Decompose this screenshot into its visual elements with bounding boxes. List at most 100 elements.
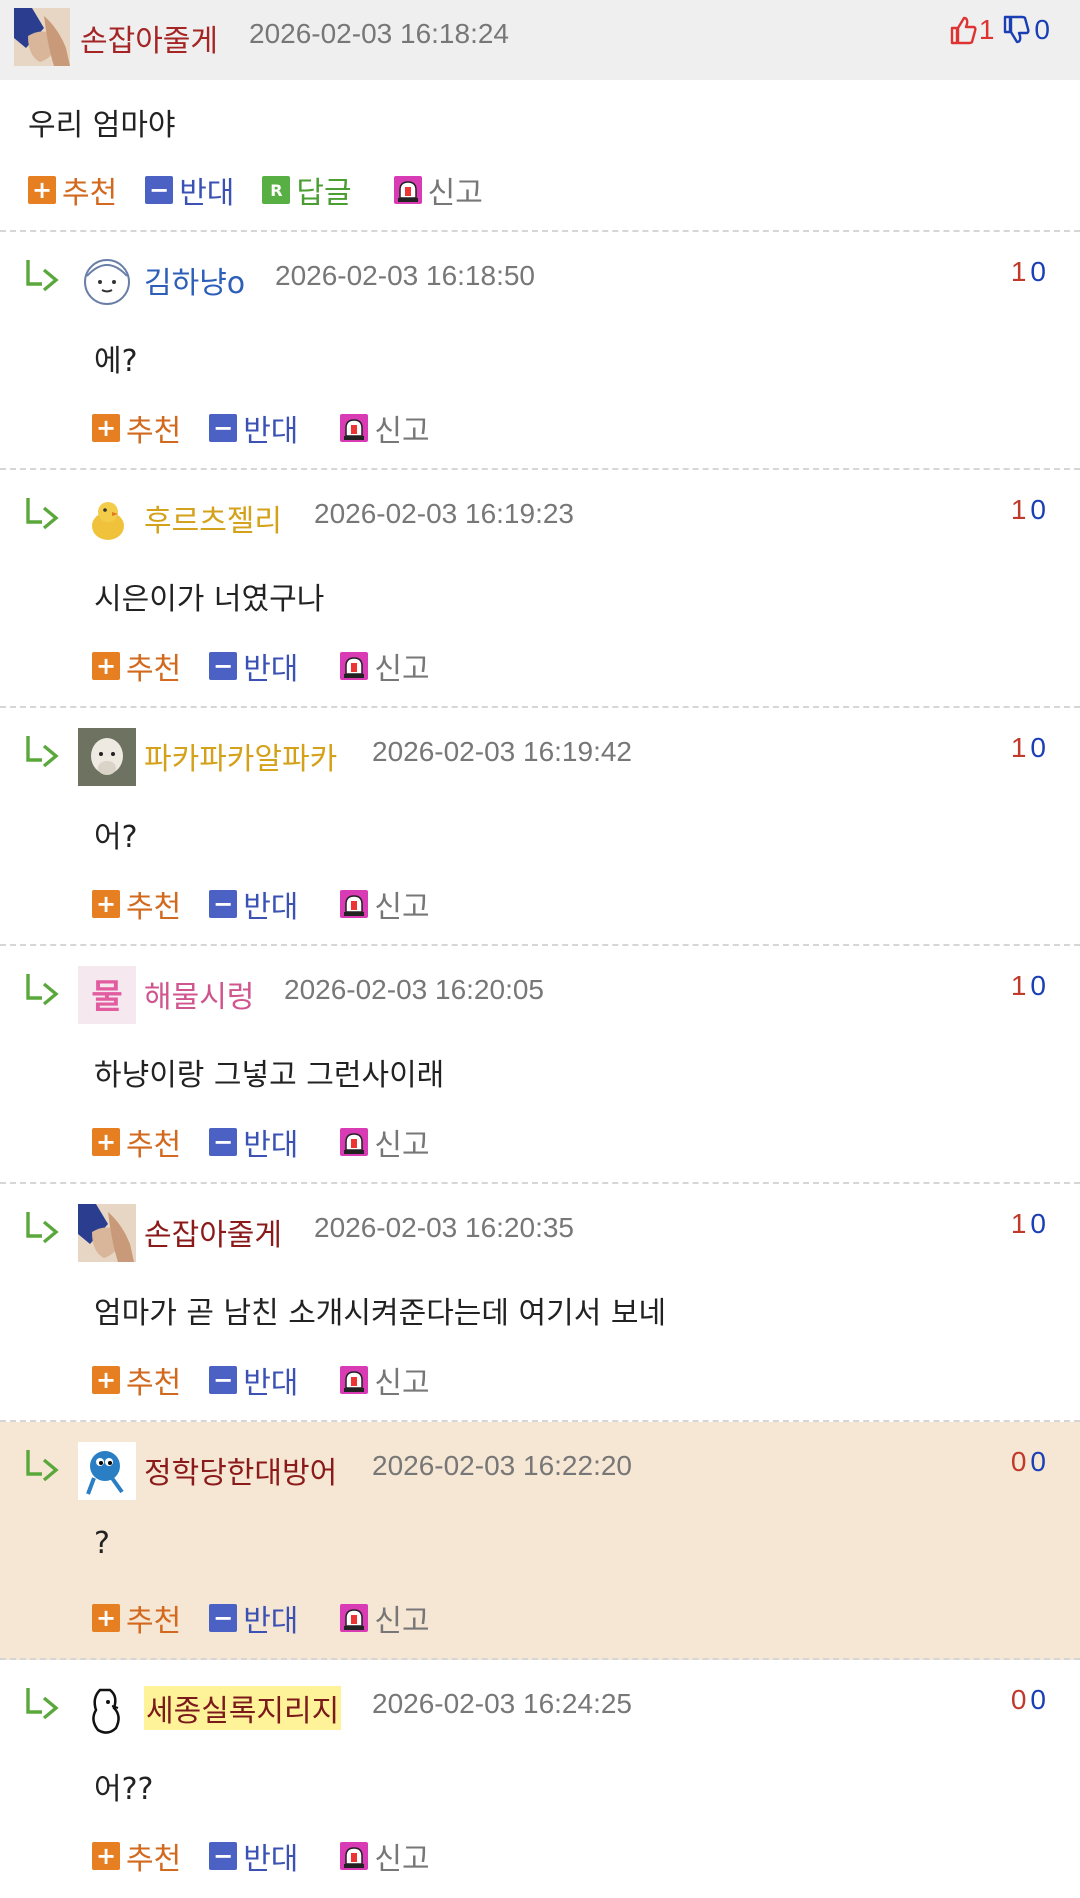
- report-button[interactable]: 신고: [340, 644, 430, 688]
- report-button[interactable]: 신고: [340, 1596, 430, 1640]
- sticker-icon[interactable]: 물: [78, 966, 136, 1024]
- minus-icon: −: [209, 652, 238, 680]
- report-button[interactable]: 신고: [393, 168, 483, 212]
- recommend-label: 추천: [126, 1842, 182, 1877]
- up-count: 1: [1010, 732, 1031, 763]
- report-button[interactable]: 신고: [340, 1834, 430, 1878]
- recommend-label: 추천: [126, 1128, 182, 1163]
- recommend-button[interactable]: + 추천: [92, 644, 181, 688]
- oppose-button[interactable]: − 반대: [145, 168, 234, 212]
- recommend-label: 추천: [126, 890, 182, 925]
- report-button[interactable]: 신고: [340, 1358, 430, 1402]
- face-icon[interactable]: [78, 252, 136, 310]
- recommend-button[interactable]: + 추천: [92, 1834, 181, 1878]
- oppose-label: 반대: [179, 176, 235, 211]
- reply-actions: + 추천 − 반대 신고: [92, 1834, 458, 1878]
- down-count: 0: [1030, 494, 1050, 525]
- reply-r-icon: R: [262, 176, 291, 204]
- thumbs-down-icon[interactable]: [1002, 15, 1030, 45]
- oppose-button[interactable]: − 반대: [209, 1120, 298, 1164]
- reply-nickname[interactable]: 파카파카알파카: [144, 734, 337, 778]
- reply-score: 00: [1011, 1684, 1050, 1716]
- oppose-button[interactable]: − 반대: [209, 882, 298, 926]
- reply-nickname[interactable]: 세종실록지리지: [144, 1686, 342, 1730]
- reply-nickname[interactable]: 김하냥o: [144, 258, 245, 302]
- reply-nickname[interactable]: 후르츠젤리: [144, 496, 282, 540]
- reply-nickname[interactable]: 손잡아줄게: [144, 1210, 282, 1254]
- reply-text: 어??: [94, 1772, 154, 1807]
- reply-comment: 파카파카알파카 2026-02-03 16:19:42 10 어? + 추천 −…: [0, 708, 1080, 946]
- chick-icon[interactable]: [78, 490, 136, 548]
- down-count: 0: [1030, 970, 1050, 1001]
- report-button[interactable]: 신고: [340, 1120, 430, 1164]
- parent-nickname[interactable]: 손잡아줄게: [80, 16, 218, 60]
- alpaca-icon[interactable]: [78, 728, 136, 786]
- report-label: 신고: [374, 890, 430, 925]
- oppose-button[interactable]: − 반대: [209, 644, 298, 688]
- reply-button[interactable]: R 답글: [262, 168, 352, 212]
- oppose-label: 반대: [243, 890, 299, 925]
- minus-icon: −: [209, 1366, 238, 1394]
- recommend-button[interactable]: + 추천: [92, 1120, 181, 1164]
- reply-comment: 손잡아줄게 2026-02-03 16:20:35 10 엄마가 곧 남친 소개…: [0, 1184, 1080, 1422]
- parent-down-count: 0: [1034, 14, 1050, 45]
- recommend-button[interactable]: + 추천: [92, 1358, 181, 1402]
- minus-icon: −: [145, 176, 174, 204]
- reply-text: 어?: [94, 820, 138, 855]
- oppose-button[interactable]: − 반대: [209, 406, 298, 450]
- recommend-button[interactable]: + 추천: [92, 882, 181, 926]
- report-button[interactable]: 신고: [340, 406, 430, 450]
- reply-text: 시은이가 너였구나: [94, 582, 325, 617]
- reply-comment: 정학당한대방어 2026-02-03 16:22:20 00 ? + 추천 − …: [0, 1422, 1080, 1660]
- parent-comment-text: 우리 엄마야: [28, 108, 176, 143]
- siren-icon: [340, 1604, 369, 1632]
- parent-comment-header: 손잡아줄게 2026-02-03 16:18:24 1 0: [0, 0, 1080, 80]
- oppose-button[interactable]: − 반대: [209, 1596, 298, 1640]
- reply-nickname[interactable]: 해물시렁: [144, 972, 254, 1016]
- recommend-button[interactable]: + 추천: [92, 1596, 181, 1640]
- reply-actions: + 추천 − 반대 신고: [92, 406, 458, 450]
- siren-icon: [340, 652, 369, 680]
- comment-divider: [0, 1420, 1080, 1422]
- doodle-icon[interactable]: [78, 1680, 136, 1738]
- oppose-button[interactable]: − 반대: [209, 1834, 298, 1878]
- siren-icon: [340, 414, 369, 442]
- thumbs-up-icon[interactable]: [949, 15, 977, 45]
- report-button[interactable]: 신고: [340, 882, 430, 926]
- recommend-label: 추천: [126, 1366, 182, 1401]
- plus-icon: +: [92, 1842, 120, 1870]
- reply-comment: 물 해물시렁 2026-02-03 16:20:05 10 하냥이랑 그넣고 그…: [0, 946, 1080, 1184]
- reply-date: 2026-02-03 16:20:35: [314, 1212, 574, 1243]
- reply-arrow-icon: [26, 498, 59, 530]
- oppose-label: 반대: [243, 652, 299, 687]
- oppose-button[interactable]: − 반대: [209, 1358, 298, 1402]
- down-count: 0: [1030, 1684, 1050, 1715]
- down-count: 0: [1030, 1208, 1050, 1239]
- fish-icon[interactable]: [78, 1442, 136, 1500]
- recommend-button[interactable]: + 추천: [28, 168, 117, 212]
- hands-avatar-icon[interactable]: [14, 8, 70, 66]
- reply-score: 10: [1011, 256, 1050, 288]
- siren-icon: [340, 1128, 369, 1156]
- reply-date: 2026-02-03 16:19:23: [314, 498, 574, 529]
- reply-text: 에?: [94, 344, 138, 379]
- parent-date: 2026-02-03 16:18:24: [249, 18, 509, 49]
- reply-actions: + 추천 − 반대 신고: [92, 1596, 458, 1640]
- parent-votes: 1 0: [949, 14, 1050, 46]
- hands-icon[interactable]: [78, 1204, 136, 1262]
- reply-actions: + 추천 − 반대 신고: [92, 644, 458, 688]
- reply-actions: + 추천 − 반대 신고: [92, 1120, 458, 1164]
- recommend-button[interactable]: + 추천: [92, 406, 181, 450]
- reply-text: 엄마가 곧 남친 소개시켜준다는데 여기서 보네: [94, 1296, 667, 1331]
- reply-arrow-icon: [26, 1450, 59, 1482]
- comment-divider: [0, 468, 1080, 470]
- siren-icon: [340, 890, 369, 918]
- reply-nickname[interactable]: 정학당한대방어: [144, 1448, 337, 1492]
- minus-icon: −: [209, 1128, 238, 1156]
- reply-score: 10: [1011, 494, 1050, 526]
- reply-text: ?: [94, 1526, 110, 1561]
- reply-date: 2026-02-03 16:18:50: [275, 260, 535, 291]
- comment-divider: [0, 1182, 1080, 1184]
- oppose-label: 반대: [243, 1842, 299, 1877]
- report-label: 신고: [374, 652, 430, 687]
